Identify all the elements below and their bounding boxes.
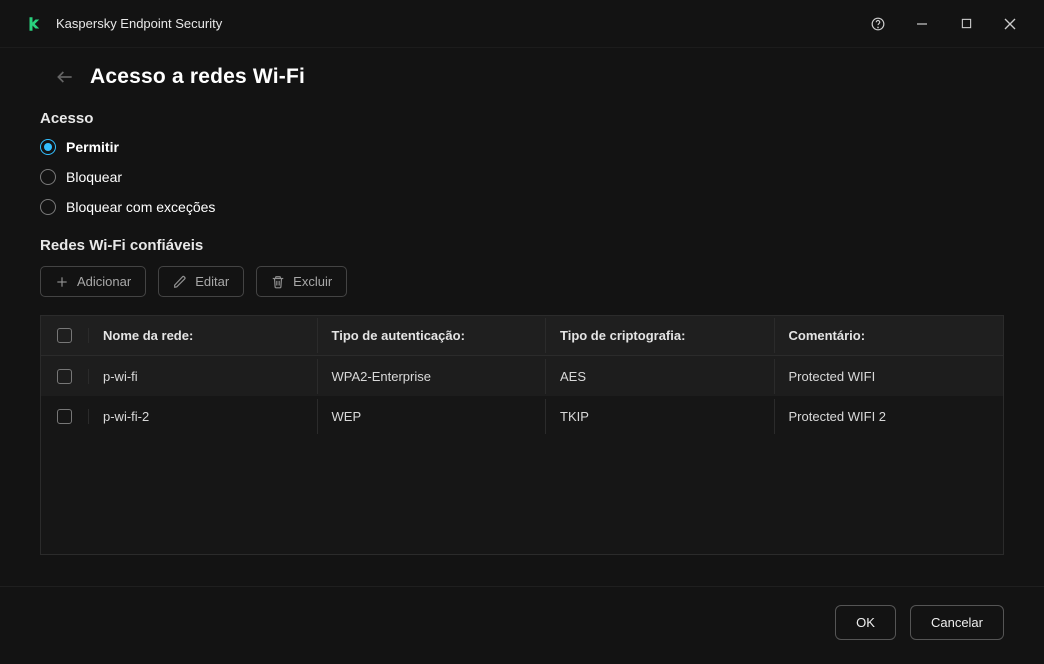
cell-enc: AES: [546, 359, 775, 394]
row-select[interactable]: [41, 369, 89, 384]
delete-button-label: Excluir: [293, 274, 332, 289]
radio-block-exceptions[interactable]: Bloquear com exceções: [40, 199, 1004, 215]
radio-block-label: Bloquear: [66, 169, 122, 185]
col-comment[interactable]: Comentário:: [775, 318, 1004, 353]
help-button[interactable]: [856, 8, 900, 40]
delete-button[interactable]: Excluir: [256, 266, 347, 297]
pencil-icon: [173, 275, 187, 289]
table-row[interactable]: p-wi-fi WPA2-Enterprise AES Protected WI…: [41, 356, 1003, 396]
plus-icon: [55, 275, 69, 289]
select-all-cell[interactable]: [41, 328, 89, 343]
minimize-button[interactable]: [900, 8, 944, 40]
table-row[interactable]: p-wi-fi-2 WEP TKIP Protected WIFI 2: [41, 396, 1003, 436]
radio-icon: [40, 169, 56, 185]
col-auth[interactable]: Tipo de autenticação:: [318, 318, 547, 353]
col-enc[interactable]: Tipo de criptografia:: [546, 318, 775, 353]
table-header-row: Nome da rede: Tipo de autenticação: Tipo…: [41, 316, 1003, 356]
trusted-toolbar: Adicionar Editar Excluir: [40, 266, 1004, 297]
edit-button[interactable]: Editar: [158, 266, 244, 297]
col-name[interactable]: Nome da rede:: [89, 318, 318, 353]
cell-comment: Protected WIFI: [775, 359, 1004, 394]
content-area: Acesso Permitir Bloquear Bloquear com ex…: [0, 102, 1044, 586]
radio-allow[interactable]: Permitir: [40, 139, 1004, 155]
radio-block[interactable]: Bloquear: [40, 169, 1004, 185]
radio-icon: [40, 199, 56, 215]
checkbox-icon: [57, 369, 72, 384]
trusted-table: Nome da rede: Tipo de autenticação: Tipo…: [40, 315, 1004, 555]
cancel-button[interactable]: Cancelar: [910, 605, 1004, 640]
close-button[interactable]: [988, 8, 1032, 40]
radio-icon: [40, 139, 56, 155]
access-radio-group: Permitir Bloquear Bloquear com exceções: [40, 139, 1004, 215]
checkbox-icon: [57, 409, 72, 424]
cell-enc: TKIP: [546, 399, 775, 434]
titlebar: Kaspersky Endpoint Security: [0, 0, 1044, 48]
page-header: Acesso a redes Wi-Fi: [0, 48, 1044, 102]
back-icon[interactable]: [50, 62, 80, 92]
add-button[interactable]: Adicionar: [40, 266, 146, 297]
access-section-title: Acesso: [40, 110, 1004, 127]
radio-allow-label: Permitir: [66, 139, 119, 155]
radio-block-exc-label: Bloquear com exceções: [66, 199, 215, 215]
footer: OK Cancelar: [0, 586, 1044, 664]
add-button-label: Adicionar: [77, 274, 131, 289]
app-title: Kaspersky Endpoint Security: [56, 16, 856, 31]
cell-name: p-wi-fi: [89, 359, 318, 394]
window: Kaspersky Endpoint Security Acesso a red…: [0, 0, 1044, 664]
page-title: Acesso a redes Wi-Fi: [90, 65, 305, 89]
app-logo-icon: [24, 14, 44, 34]
trusted-section-title: Redes Wi-Fi confiáveis: [40, 237, 1004, 254]
checkbox-icon: [57, 328, 72, 343]
trash-icon: [271, 275, 285, 289]
row-select[interactable]: [41, 409, 89, 424]
maximize-button[interactable]: [944, 8, 988, 40]
cell-auth: WPA2-Enterprise: [318, 359, 547, 394]
edit-button-label: Editar: [195, 274, 229, 289]
ok-button[interactable]: OK: [835, 605, 896, 640]
cell-comment: Protected WIFI 2: [775, 399, 1004, 434]
cell-name: p-wi-fi-2: [89, 399, 318, 434]
cell-auth: WEP: [318, 399, 547, 434]
